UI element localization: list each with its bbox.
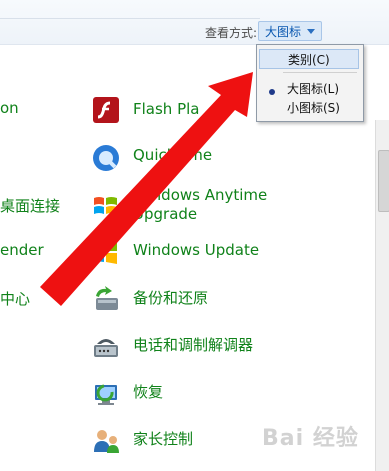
- menu-item-large-icons[interactable]: 大图标(L): [259, 79, 359, 99]
- item-label: Windows Update: [133, 241, 260, 259]
- phone-modem-icon: [94, 339, 118, 357]
- menu-separator: [283, 72, 357, 73]
- control-panel-toolbar: 查看方式: 大图标: [0, 0, 389, 45]
- item-label: Flash Pla: [133, 100, 200, 118]
- view-by-dropdown-button[interactable]: 大图标: [258, 21, 322, 41]
- item-label: 家长控制: [133, 430, 194, 448]
- flash-icon: [93, 97, 119, 123]
- windows-anytime-icon: [94, 197, 117, 214]
- left-item-4[interactable]: 中心: [0, 288, 30, 309]
- menu-item-category[interactable]: 类别(C): [259, 49, 359, 69]
- view-by-menu: 类别(C) 大图标(L) 小图标(S): [256, 44, 364, 122]
- chevron-down-icon: [307, 29, 315, 34]
- recovery-icon: [95, 384, 117, 405]
- baidu-watermark: Bai 经验: [262, 426, 359, 451]
- left-item-1[interactable]: on: [0, 99, 19, 117]
- item-label-line2: Upgrade: [133, 205, 198, 223]
- windows-update-icon: [95, 241, 117, 264]
- menu-item-small-icons[interactable]: 小图标(S): [259, 98, 359, 118]
- item-label: 电话和调制解调器: [133, 336, 254, 354]
- view-by-label: 查看方式:: [205, 26, 258, 40]
- backup-icon: [96, 286, 118, 310]
- view-by-value: 大图标: [265, 25, 302, 39]
- item-label: 恢复: [133, 383, 164, 401]
- left-item-3[interactable]: ender: [0, 241, 44, 259]
- parental-control-icon: [94, 430, 119, 453]
- vertical-scrollbar[interactable]: [375, 120, 389, 471]
- item-label: Windows Anytime: [133, 186, 268, 204]
- item-label: QuickTime: [133, 146, 213, 164]
- toolbar-divider: [0, 18, 260, 19]
- left-item-2[interactable]: 桌面连接: [0, 195, 60, 216]
- scrollbar-thumb[interactable]: [378, 150, 389, 212]
- quicktime-icon: [93, 145, 119, 171]
- item-label: 备份和还原: [133, 289, 209, 307]
